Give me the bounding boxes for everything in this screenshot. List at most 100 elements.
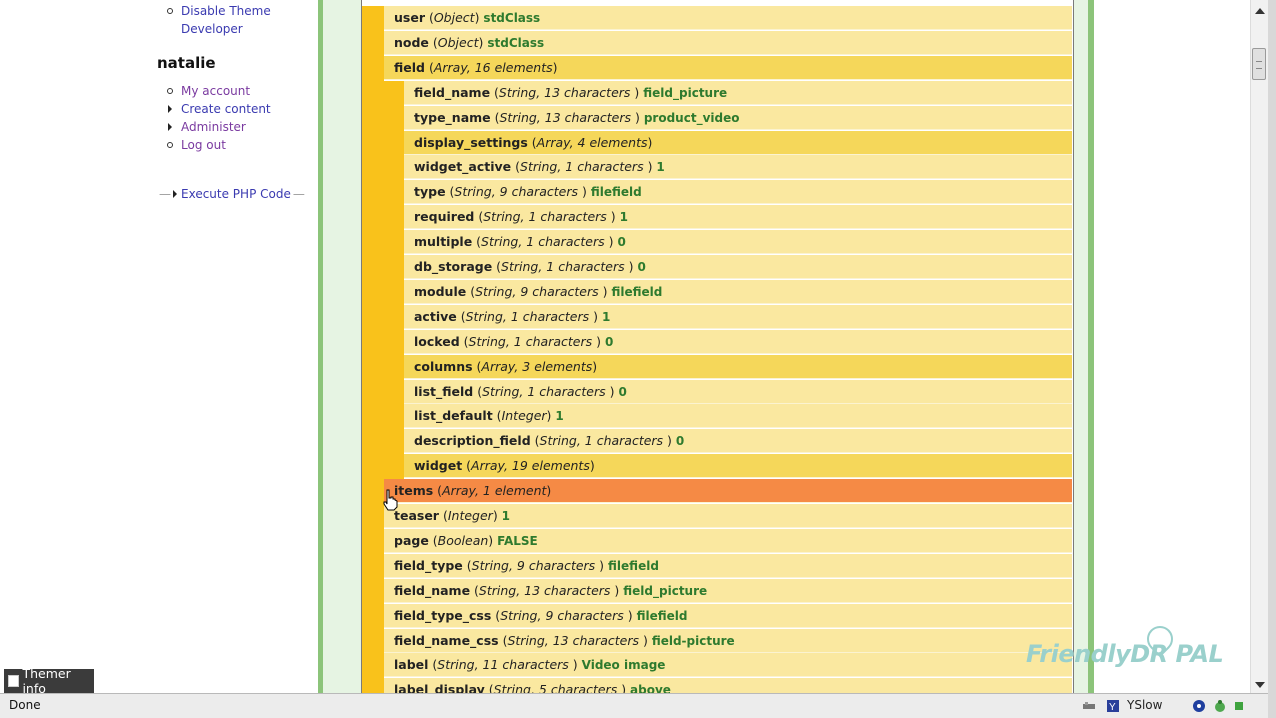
row-type: Integer <box>447 508 493 523</box>
dump-row-teaser: teaser (Integer) 1 <box>384 504 1072 528</box>
dump-row-type-name: type_name (String, 13 characters ) produ… <box>404 106 1072 130</box>
collapsed-triangle-icon <box>173 190 177 198</box>
user-menu: My account Create content Administer Log… <box>157 82 271 154</box>
collapsed-triangle-icon <box>168 123 172 131</box>
dump-row-display-settings[interactable]: display_settings (Array, 4 elements) <box>404 131 1072 155</box>
addon-icon[interactable] <box>1192 699 1206 713</box>
scroll-thumb[interactable] <box>1252 48 1266 80</box>
row-key: description_field <box>414 433 531 448</box>
themer-checkbox[interactable] <box>8 675 20 687</box>
log-out-label: Log out <box>181 138 226 152</box>
execute-php-block: — Execute PHP Code — <box>157 187 307 201</box>
row-value: above <box>630 683 671 693</box>
row-key: label_display <box>394 682 485 693</box>
dump-row-multiple: multiple (String, 1 characters ) 0 <box>404 230 1072 254</box>
row-value: Video image <box>581 658 666 672</box>
link-text-line-2: Developer <box>181 22 243 36</box>
row-key: field_name <box>394 583 471 598</box>
row-value: 0 <box>604 335 614 349</box>
row-type: String, 9 characters <box>475 284 603 299</box>
row-key: type <box>414 184 446 199</box>
row-type: String, 11 characters <box>437 657 573 672</box>
row-key: db_storage <box>414 259 493 274</box>
row-value: 0 <box>618 385 627 399</box>
row-value: 0 <box>617 235 626 249</box>
row-type: Integer <box>501 408 547 423</box>
theme-developer-menu: Disable Theme Developer <box>157 2 271 38</box>
row-key: field_name_css <box>394 633 499 648</box>
bullet-circle-icon <box>167 142 173 148</box>
row-value: product_video <box>643 111 740 125</box>
row-type: String, 9 characters <box>500 608 628 623</box>
dump-row-field-type-css: field_type_css (String, 9 characters ) f… <box>384 604 1072 628</box>
yslow-icon[interactable]: Y <box>1106 699 1120 713</box>
row-type: String, 5 characters <box>493 682 622 693</box>
variable-dump-tree: user (Object) stdClass node (Object) stdC… <box>362 6 1072 693</box>
row-key: field_name <box>414 85 491 100</box>
dump-row-items[interactable]: items (Array, 1 element) <box>384 479 1072 503</box>
row-value: 1 <box>555 409 564 423</box>
dump-row-field-name: field_name (String, 13 characters ) fiel… <box>404 81 1072 105</box>
row-key: module <box>414 284 467 299</box>
dump-row-required: required (String, 1 characters ) 1 <box>404 205 1072 229</box>
browser-status-bar: Done Y YSlow <box>0 693 1268 718</box>
content-background-right <box>1074 0 1088 693</box>
log-out-link[interactable]: Log out <box>157 136 271 154</box>
execute-php-link[interactable]: Execute PHP Code <box>181 187 291 201</box>
row-type: String, 1 characters <box>481 234 609 249</box>
row-key: page <box>394 533 429 548</box>
scroll-up-arrow-icon[interactable] <box>1255 8 1265 14</box>
vertical-scrollbar[interactable] <box>1250 0 1268 693</box>
row-key: active <box>414 309 457 324</box>
level0-indent-strip <box>362 6 384 693</box>
status-icon[interactable] <box>1234 699 1244 713</box>
row-type: String, 1 characters <box>520 159 648 174</box>
row-value: filefield <box>611 285 663 299</box>
row-value: 0 <box>637 260 646 274</box>
row-type: Array, 19 elements <box>471 458 590 473</box>
row-key: field_type_css <box>394 608 492 623</box>
row-key: list_field <box>414 384 474 399</box>
disable-theme-developer-link[interactable]: Disable Theme Developer <box>157 2 271 38</box>
dump-row-field-name: field_name (String, 13 characters ) fiel… <box>384 579 1072 603</box>
row-key: node <box>394 35 429 50</box>
row-type: String, 13 characters <box>507 633 643 648</box>
dump-row-label-display: label_display (String, 5 characters ) ab… <box>384 678 1072 693</box>
link-text-line-1: Disable Theme <box>181 4 271 18</box>
bug-icon[interactable] <box>1213 699 1227 713</box>
plugin-icon[interactable] <box>1082 699 1096 713</box>
row-value: 1 <box>601 310 611 324</box>
dump-row-columns[interactable]: columns (Array, 3 elements) <box>404 355 1072 379</box>
row-key: type_name <box>414 110 491 125</box>
scroll-down-arrow-icon[interactable] <box>1255 682 1265 688</box>
row-type: String, 9 characters <box>471 558 600 573</box>
yslow-label[interactable]: YSlow <box>1127 698 1162 712</box>
row-value: field-picture <box>651 634 735 648</box>
dump-row-field-name-css: field_name_css (String, 13 characters ) … <box>384 629 1072 653</box>
left-sidebar: Disable Theme Developer natalie My accou… <box>0 0 318 693</box>
dump-row-widget[interactable]: widget (Array, 19 elements) <box>404 454 1072 478</box>
row-key: locked <box>414 334 460 349</box>
dump-row-field-type: field_type (String, 9 characters ) filef… <box>384 554 1072 578</box>
content-background <box>323 0 361 693</box>
create-content-link[interactable]: Create content <box>157 100 271 118</box>
row-key: teaser <box>394 508 439 523</box>
friendly-drupal-watermark: FriendlyDR PAL <box>1026 640 1224 668</box>
row-type: Array, 1 element <box>442 483 547 498</box>
row-key: items <box>394 483 434 498</box>
dump-row-page: page (Boolean) FALSE <box>384 529 1072 553</box>
row-value: filefield <box>590 185 642 199</box>
row-value: stdClass <box>483 11 541 25</box>
row-value: FALSE <box>497 534 538 548</box>
themer-info-toggle[interactable]: Themer info <box>4 666 94 696</box>
row-value: field_picture <box>643 86 728 100</box>
divider: — <box>292 187 305 201</box>
row-value: stdClass <box>487 36 545 50</box>
row-type: String, 13 characters <box>498 85 635 100</box>
dump-row-field[interactable]: field (Array, 16 elements) <box>384 56 1072 80</box>
administer-link[interactable]: Administer <box>157 118 271 136</box>
row-type: String, 1 characters <box>465 309 594 324</box>
dump-row-locked: locked (String, 1 characters ) 0 <box>404 330 1072 354</box>
dump-row-db-storage: db_storage (String, 1 characters ) 0 <box>404 255 1072 279</box>
my-account-link[interactable]: My account <box>157 82 271 100</box>
